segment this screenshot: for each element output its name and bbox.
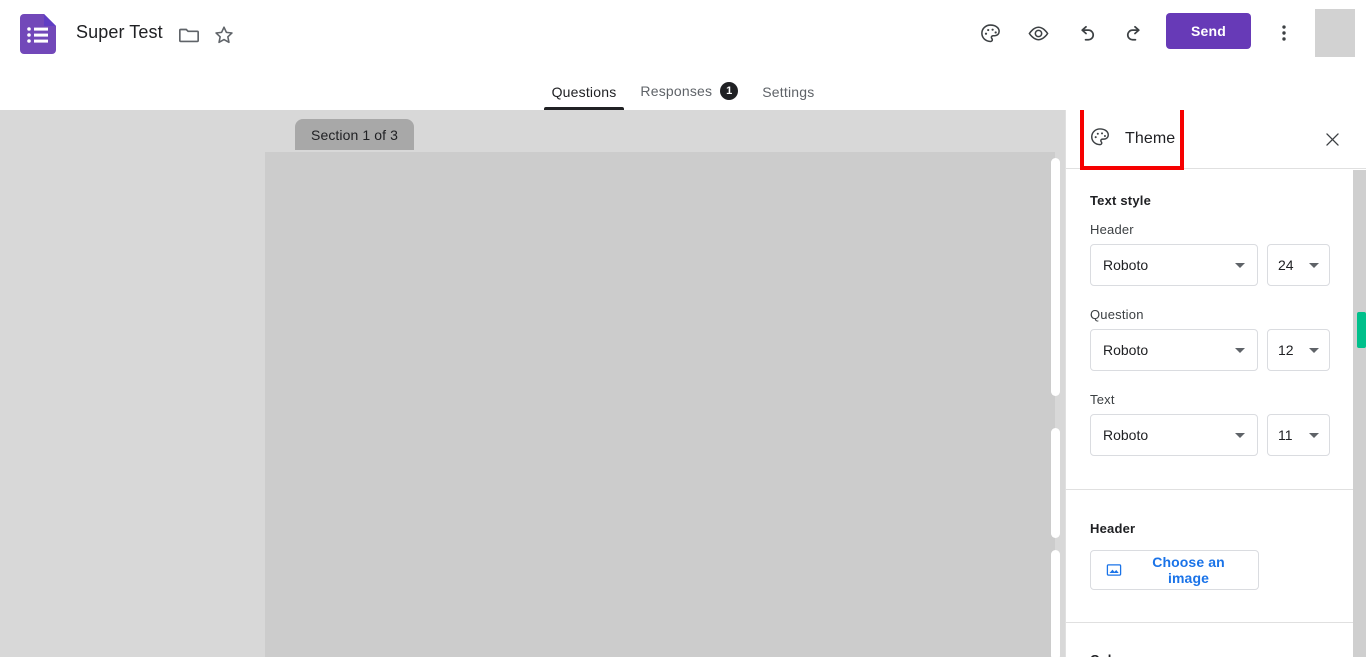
theme-panel-header: Theme — [1066, 110, 1366, 170]
header-font-family-select[interactable]: Roboto — [1090, 244, 1258, 286]
top-app-bar: Super Test Send — [0, 0, 1366, 66]
text-font-label: Text — [1090, 392, 1115, 407]
canvas-scroll-strip[interactable] — [1051, 550, 1060, 657]
chevron-down-icon — [1235, 347, 1245, 353]
header-font-size-select[interactable]: 24 — [1267, 244, 1330, 286]
text-font-family-select[interactable]: Roboto — [1090, 414, 1258, 456]
theme-panel-body: Text style Header Roboto 24 Question Rob… — [1066, 169, 1366, 657]
question-font-size-value: 12 — [1278, 342, 1294, 358]
theme-side-panel: Theme Text style Header Roboto 24 Questi… — [1065, 110, 1366, 657]
panel-divider-1 — [1066, 489, 1366, 490]
question-font-label: Question — [1090, 307, 1144, 322]
text-style-heading: Text style — [1090, 193, 1152, 208]
theme-title-group: Theme — [1089, 126, 1175, 153]
form-editor-canvas: Section 1 of 3 — [0, 110, 1065, 657]
form-tabs: Questions Responses 1 Settings — [0, 66, 1366, 110]
theme-panel-scrollbar-track[interactable] — [1353, 170, 1366, 657]
question-font-size-select[interactable]: 12 — [1267, 329, 1330, 371]
choose-an-image-button[interactable]: Choose an image — [1090, 550, 1259, 590]
text-font-size-select[interactable]: 11 — [1267, 414, 1330, 456]
header-image-heading: Header — [1090, 521, 1136, 536]
text-font-size-value: 11 — [1278, 427, 1293, 443]
tab-questions-label: Questions — [551, 84, 617, 100]
undo-arrow-icon[interactable] — [1070, 17, 1102, 49]
panel-divider-2 — [1066, 622, 1366, 623]
eye-preview-icon[interactable] — [1022, 17, 1054, 49]
chevron-down-icon — [1309, 347, 1319, 353]
chevron-down-icon — [1235, 432, 1245, 438]
choose-an-image-label: Choose an image — [1152, 554, 1225, 586]
more-vertical-icon[interactable] — [1268, 17, 1300, 49]
close-x-icon[interactable] — [1317, 124, 1347, 154]
text-font-controls: Roboto 11 — [1090, 414, 1366, 456]
chevron-down-icon — [1309, 262, 1319, 268]
tab-responses-label: Responses — [640, 83, 713, 99]
folder-icon[interactable] — [178, 24, 200, 46]
tab-questions[interactable]: Questions — [540, 84, 629, 110]
google-forms-app: Super Test Send Questions Responses 1 Se… — [0, 0, 1366, 657]
redo-arrow-icon[interactable] — [1118, 17, 1150, 49]
colour-heading: Colour — [1090, 652, 1366, 657]
google-forms-logo-icon[interactable] — [20, 14, 56, 54]
header-font-controls: Roboto 24 — [1090, 244, 1366, 286]
question-font-family-value: Roboto — [1103, 342, 1149, 358]
send-button[interactable]: Send — [1166, 13, 1251, 49]
text-font-family-value: Roboto — [1103, 427, 1149, 443]
question-font-controls: Roboto 12 — [1090, 329, 1366, 371]
canvas-scroll-strip[interactable] — [1051, 158, 1060, 396]
theme-panel-title: Theme — [1125, 130, 1176, 147]
chevron-down-icon — [1235, 262, 1245, 268]
image-icon — [1105, 561, 1123, 579]
form-card[interactable] — [265, 152, 1055, 657]
header-font-size-value: 24 — [1278, 257, 1294, 273]
question-font-family-select[interactable]: Roboto — [1090, 329, 1258, 371]
tab-settings-label: Settings — [762, 84, 815, 100]
palette-icon — [1089, 126, 1111, 153]
document-title[interactable]: Super Test — [76, 22, 163, 43]
tab-responses[interactable]: Responses 1 — [628, 82, 750, 110]
header-font-family-value: Roboto — [1103, 257, 1149, 273]
chevron-down-icon — [1309, 432, 1319, 438]
tab-settings[interactable]: Settings — [750, 84, 826, 110]
star-outline-icon[interactable] — [213, 24, 235, 46]
avatar[interactable] — [1315, 9, 1355, 57]
section-indicator: Section 1 of 3 — [295, 119, 415, 150]
canvas-scroll-strip[interactable] — [1051, 428, 1060, 538]
palette-icon[interactable] — [974, 17, 1006, 49]
theme-panel-scrollbar-thumb[interactable] — [1357, 312, 1366, 348]
responses-count-badge: 1 — [720, 82, 739, 100]
header-font-label: Header — [1090, 222, 1134, 237]
